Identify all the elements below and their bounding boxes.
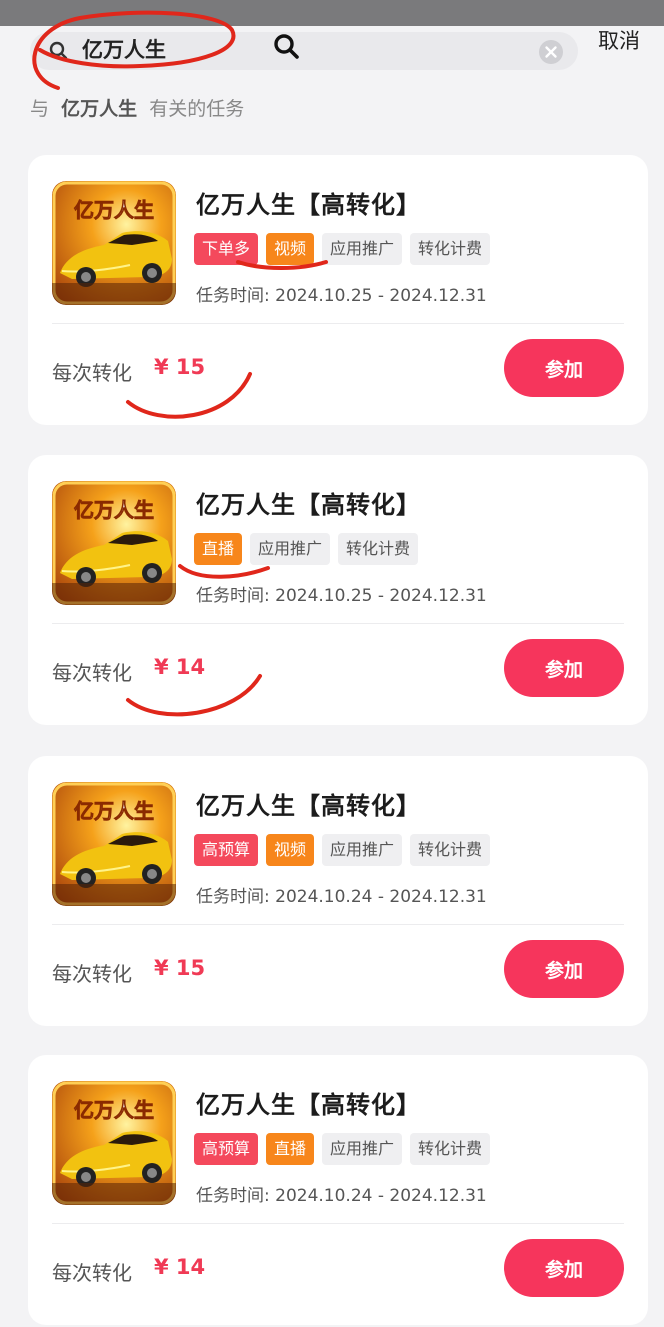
app-thumbnail: 亿万人生 xyxy=(52,481,176,605)
search-bar: 亿万人生 取消 xyxy=(0,26,664,74)
join-button[interactable]: 参加 xyxy=(504,1239,624,1297)
task-title: 亿万人生【高转化】 xyxy=(196,792,421,820)
task-tag: 直播 xyxy=(266,1133,315,1165)
price-value: ¥ 14 xyxy=(154,1255,206,1279)
task-tag: 视频 xyxy=(266,233,315,265)
task-tag: 转化计费 xyxy=(410,834,491,866)
divider xyxy=(52,323,624,324)
price-value: ¥ 15 xyxy=(154,956,206,980)
divider xyxy=(52,1223,624,1224)
task-title: 亿万人生【高转化】 xyxy=(196,1091,421,1119)
related-prefix: 与 xyxy=(30,98,50,120)
task-tag: 高预算 xyxy=(194,1133,259,1165)
task-tags: 下单多 视频 应用推广 转化计费 xyxy=(194,233,491,265)
task-tag: 视频 xyxy=(266,834,315,866)
task-tag: 应用推广 xyxy=(322,834,403,866)
divider xyxy=(52,924,624,925)
task-card[interactable]: 亿万人生 亿万人生【高转化】下单多 视频 应用推广 转化计费任务时间: 2024.10.… xyxy=(28,155,648,425)
task-tag: 直播 xyxy=(194,533,243,565)
thumbnail-text: 亿万人生 xyxy=(74,1098,154,1122)
magnifier-icon xyxy=(274,34,299,59)
game-car-thumbnail: 亿万人生 xyxy=(52,481,176,605)
task-tag: 下单多 xyxy=(194,233,259,265)
task-dates: 任务时间: 2024.10.25 - 2024.12.31 xyxy=(196,286,487,306)
status-bar xyxy=(0,0,664,26)
task-tag: 转化计费 xyxy=(338,533,419,565)
task-tags: 高预算 直播 应用推广 转化计费 xyxy=(194,1133,491,1165)
task-title: 亿万人生【高转化】 xyxy=(196,191,421,219)
game-car-thumbnail: 亿万人生 xyxy=(52,181,176,305)
app-thumbnail: 亿万人生 xyxy=(52,782,176,906)
price-value: ¥ 14 xyxy=(154,655,206,679)
price-value: ¥ 15 xyxy=(154,355,206,379)
thumbnail-text: 亿万人生 xyxy=(74,799,154,823)
search-input[interactable]: 亿万人生 xyxy=(30,32,578,70)
join-button[interactable]: 参加 xyxy=(504,639,624,697)
price-label: 每次转化 xyxy=(52,361,132,385)
related-suffix: 有关的任务 xyxy=(149,98,245,120)
price-label: 每次转化 xyxy=(52,661,132,685)
thumbnail-text: 亿万人生 xyxy=(74,198,154,222)
task-card[interactable]: 亿万人生 亿万人生【高转化】直播 应用推广 转化计费任务时间: 2024.10.25 … xyxy=(28,455,648,725)
task-tag: 应用推广 xyxy=(250,533,331,565)
related-keyword: 亿万人生 xyxy=(61,98,138,120)
thumbnail-text: 亿万人生 xyxy=(74,498,154,522)
app-thumbnail: 亿万人生 xyxy=(52,181,176,305)
task-tag: 高预算 xyxy=(194,834,259,866)
task-tags: 直播 应用推广 转化计费 xyxy=(194,533,419,565)
clear-icon[interactable] xyxy=(538,39,564,65)
join-button[interactable]: 参加 xyxy=(504,940,624,998)
join-button[interactable]: 参加 xyxy=(504,339,624,397)
game-car-thumbnail: 亿万人生 xyxy=(52,1081,176,1205)
related-heading: 与 亿万人生 有关的任务 xyxy=(30,94,244,121)
app-thumbnail: 亿万人生 xyxy=(52,1081,176,1205)
search-icon xyxy=(49,41,68,60)
game-car-thumbnail: 亿万人生 xyxy=(52,782,176,906)
cancel-button[interactable]: 取消 xyxy=(598,28,640,54)
price-label: 每次转化 xyxy=(52,1261,132,1285)
price-label: 每次转化 xyxy=(52,962,132,986)
task-tag: 应用推广 xyxy=(322,1133,403,1165)
search-query: 亿万人生 xyxy=(82,38,166,62)
task-dates: 任务时间: 2024.10.25 - 2024.12.31 xyxy=(196,586,487,606)
divider xyxy=(52,623,624,624)
task-tags: 高预算 视频 应用推广 转化计费 xyxy=(194,834,491,866)
task-dates: 任务时间: 2024.10.24 - 2024.12.31 xyxy=(196,1186,487,1206)
task-tag: 应用推广 xyxy=(322,233,403,265)
task-card[interactable]: 亿万人生 亿万人生【高转化】高预算 视频 应用推广 转化计费任务时间: 2024.10.… xyxy=(28,756,648,1026)
task-tag: 转化计费 xyxy=(410,233,491,265)
task-card[interactable]: 亿万人生 亿万人生【高转化】高预算 直播 应用推广 转化计费任务时间: 2024.10.… xyxy=(28,1055,648,1325)
task-dates: 任务时间: 2024.10.24 - 2024.12.31 xyxy=(196,887,487,907)
task-tag: 转化计费 xyxy=(410,1133,491,1165)
task-title: 亿万人生【高转化】 xyxy=(196,491,421,519)
